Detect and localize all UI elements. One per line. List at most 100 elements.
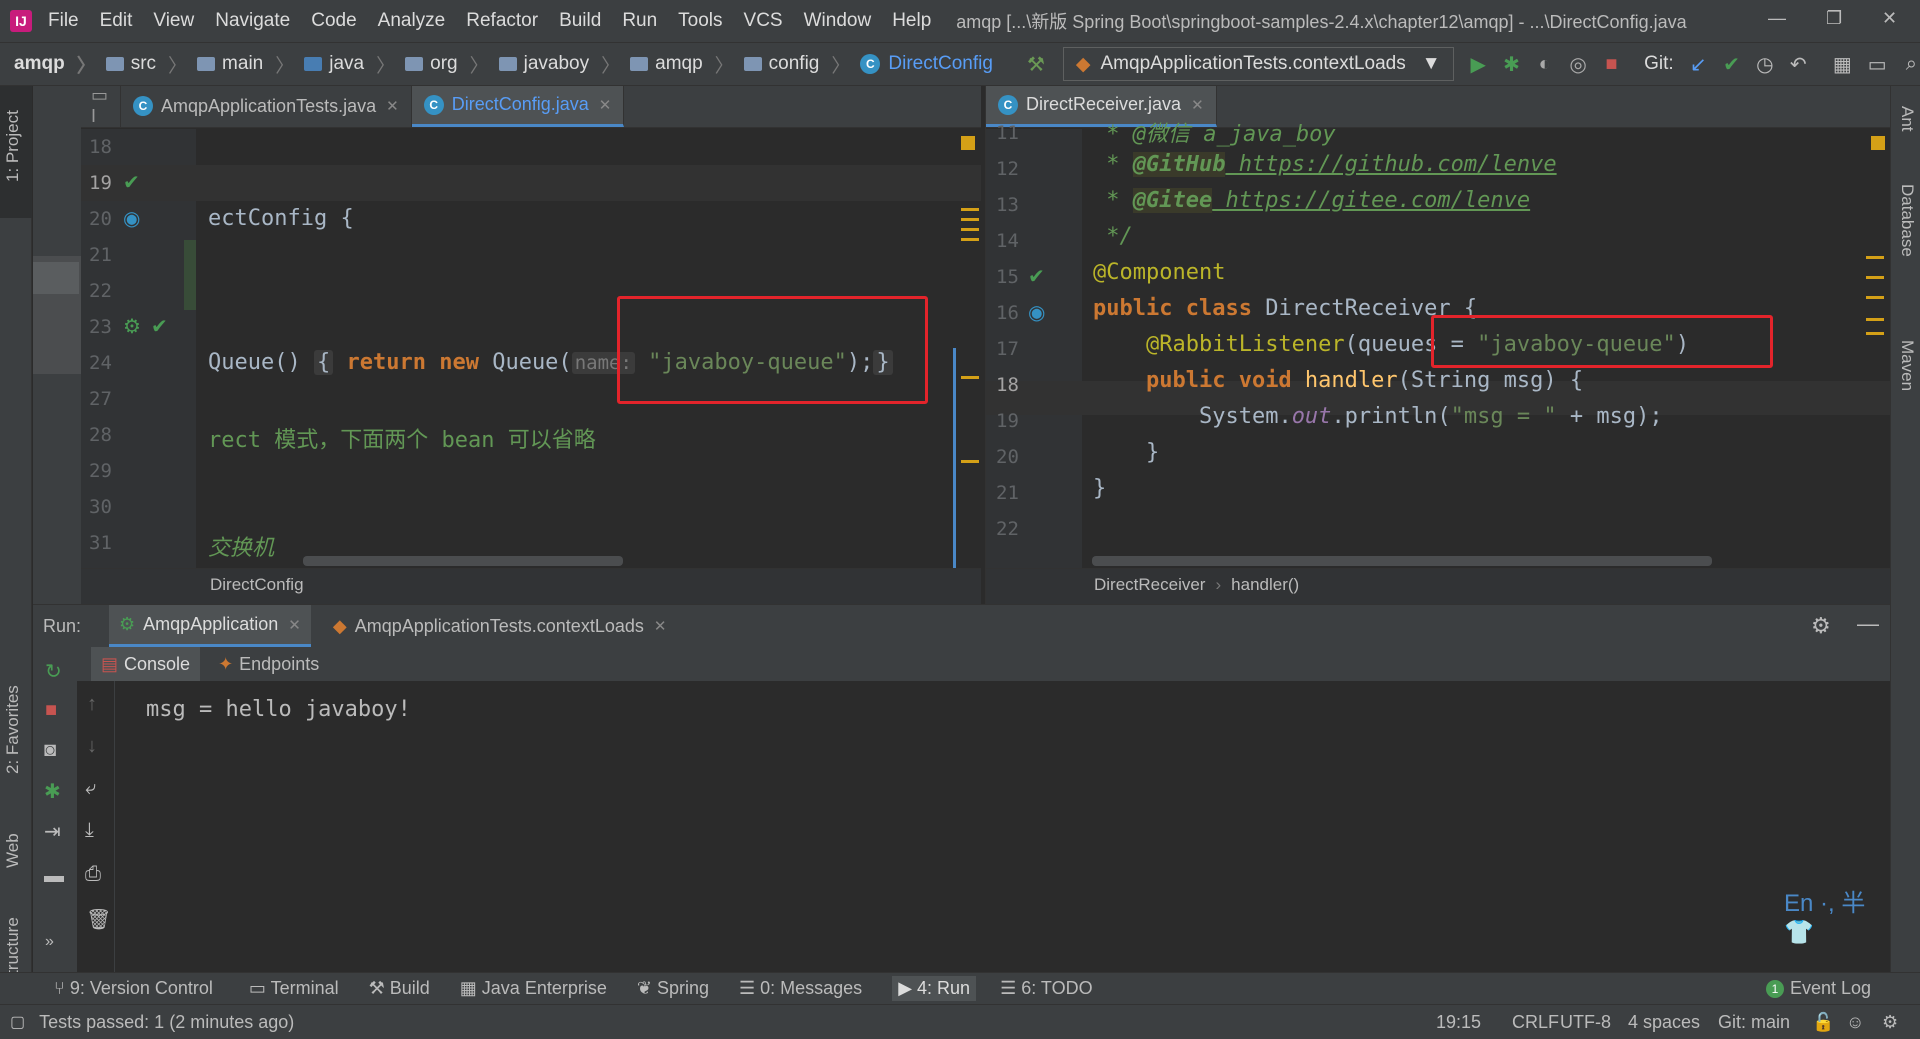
inspector-icon[interactable]: ☺ bbox=[1846, 1012, 1864, 1033]
indent-setting[interactable]: 4 spaces bbox=[1628, 1012, 1700, 1033]
close-tab-icon[interactable]: ✕ bbox=[654, 617, 667, 635]
breadcrumb-java[interactable]: java 〉 bbox=[304, 51, 395, 78]
close-tab-icon[interactable]: ✕ bbox=[1191, 96, 1204, 114]
rollback-icon[interactable]: ↶ bbox=[1790, 51, 1807, 77]
breadcrumb-src[interactable]: src 〉 bbox=[105, 51, 187, 78]
status-toggle-icon[interactable]: ▢ bbox=[10, 1012, 25, 1032]
terminal-tab[interactable]: ▭ Terminal bbox=[249, 978, 339, 999]
minimize-icon[interactable]: — bbox=[1768, 8, 1786, 29]
breadcrumb-config[interactable]: config 〉 bbox=[743, 51, 850, 78]
close-window-icon[interactable]: ✕ bbox=[1882, 8, 1897, 29]
spring-bean-gutter-icon[interactable]: ✔ bbox=[123, 170, 140, 195]
breadcrumb-directconfig[interactable]: C DirectConfig bbox=[860, 53, 993, 75]
print-icon[interactable]: ⎙ bbox=[85, 863, 101, 886]
web-tool-button[interactable]: Web bbox=[3, 833, 23, 868]
menu-window[interactable]: Window bbox=[804, 10, 872, 32]
console-tab[interactable]: ▤ Console bbox=[91, 647, 201, 681]
exit-icon[interactable]: ⇥ bbox=[44, 819, 61, 844]
build-hammer-icon[interactable]: ⚒ bbox=[1027, 51, 1045, 77]
rerun-icon[interactable]: ↻ bbox=[45, 659, 62, 684]
database-tool-button[interactable]: Database bbox=[1897, 184, 1917, 257]
ime-indicator[interactable]: En ·, 半 👕 bbox=[1784, 883, 1890, 947]
close-tab-icon[interactable]: ✕ bbox=[386, 97, 399, 115]
menu-file[interactable]: File bbox=[48, 10, 79, 32]
stop-icon[interactable]: ■ bbox=[45, 699, 57, 722]
breadcrumb-main[interactable]: main 〉 bbox=[197, 51, 294, 78]
build-tab[interactable]: ⚒ Build bbox=[369, 978, 430, 999]
layout-icon[interactable]: ▬ bbox=[44, 865, 64, 888]
scroll-up-icon[interactable]: ↑ bbox=[87, 693, 97, 716]
git-branch[interactable]: Git: main bbox=[1718, 1012, 1790, 1033]
project-structure-icon[interactable]: ▦ bbox=[1833, 51, 1852, 77]
tab-overflow[interactable]: ▭ I bbox=[81, 86, 121, 127]
hide-panel-icon[interactable]: — bbox=[1857, 611, 1879, 637]
favorites-tool-button[interactable]: 2: Favorites bbox=[3, 685, 23, 774]
java-enterprise-tab[interactable]: ▦ Java Enterprise bbox=[460, 978, 607, 999]
tab-directconfig[interactable]: C DirectConfig.java ✕ bbox=[411, 86, 625, 127]
menu-help[interactable]: Help bbox=[892, 10, 931, 32]
restore-icon[interactable]: ❐ bbox=[1826, 8, 1842, 29]
project-tool-button[interactable]: 1: Project bbox=[3, 110, 23, 182]
search-everywhere-icon[interactable]: ⌕ bbox=[1903, 51, 1920, 77]
breadcrumb-project[interactable]: amqp 〉 bbox=[14, 51, 96, 78]
caret-position[interactable]: 19:15 bbox=[1436, 1012, 1481, 1033]
menu-run[interactable]: Run bbox=[622, 10, 657, 32]
menu-edit[interactable]: Edit bbox=[100, 10, 133, 32]
menu-vcs[interactable]: VCS bbox=[744, 10, 783, 32]
git-history-icon[interactable]: ◷ bbox=[1756, 51, 1773, 77]
menu-navigate[interactable]: Navigate bbox=[215, 10, 290, 32]
menu-build[interactable]: Build bbox=[559, 10, 601, 32]
scroll-down-icon[interactable]: ↓ bbox=[87, 735, 97, 758]
inspection-warning-icon[interactable] bbox=[961, 136, 975, 150]
soft-wrap-icon[interactable]: ⤶ bbox=[85, 777, 96, 800]
camera-icon[interactable]: ◙ bbox=[44, 739, 56, 762]
line-separator[interactable]: CRLF bbox=[1512, 1012, 1559, 1033]
spring-bean-gutter-icon[interactable]: ✔ bbox=[151, 314, 168, 339]
coverage-icon[interactable]: ◐ bbox=[1536, 51, 1553, 77]
breadcrumb-org[interactable]: org 〉 bbox=[405, 51, 489, 78]
menu-view[interactable]: View bbox=[153, 10, 194, 32]
debug-icon[interactable]: ✱ bbox=[44, 779, 61, 804]
run-tab[interactable]: ▶ 4: Run bbox=[892, 976, 977, 1001]
status-message[interactable]: Tests passed: 1 (2 minutes ago) bbox=[39, 1012, 294, 1033]
git-commit-icon[interactable]: ✔ bbox=[1723, 51, 1740, 77]
menu-analyze[interactable]: Analyze bbox=[378, 10, 446, 32]
breadcrumb-class[interactable]: DirectReceiver bbox=[1094, 575, 1205, 594]
event-log-tab[interactable]: 1 Event Log bbox=[1766, 978, 1871, 999]
more-icon[interactable]: » bbox=[45, 933, 54, 951]
horizontal-scrollbar[interactable] bbox=[1092, 556, 1712, 566]
endpoints-tab[interactable]: ✦ Endpoints bbox=[208, 654, 329, 675]
clear-all-icon[interactable]: 🗑 bbox=[86, 907, 111, 932]
inspection-warning-icon[interactable] bbox=[1871, 136, 1885, 150]
ant-tool-button[interactable]: Ant bbox=[1897, 106, 1917, 132]
git-update-icon[interactable]: ↙ bbox=[1690, 51, 1707, 77]
scroll-to-end-icon[interactable]: ⤓ bbox=[85, 819, 94, 842]
spring-tab[interactable]: ❦ Spring bbox=[637, 978, 709, 999]
spring-bean-gutter-icon[interactable]: ✔ bbox=[1028, 264, 1045, 289]
breadcrumb-method[interactable]: handler() bbox=[1231, 575, 1299, 594]
todo-tab[interactable]: ☰ 6: TODO bbox=[1000, 978, 1093, 999]
settings-gear-icon[interactable]: ⚙ bbox=[1811, 613, 1831, 639]
editor-breadcrumb[interactable]: DirectConfig bbox=[81, 568, 981, 604]
tab-amqpapplicationtests[interactable]: C AmqpApplicationTests.java ✕ bbox=[121, 86, 412, 127]
breadcrumb-amqp[interactable]: amqp 〉 bbox=[630, 51, 734, 78]
horizontal-scrollbar[interactable] bbox=[303, 556, 623, 566]
vertical-scrollbar[interactable] bbox=[953, 348, 956, 572]
menu-code[interactable]: Code bbox=[311, 10, 356, 32]
breadcrumb-javaboy[interactable]: javaboy 〉 bbox=[498, 51, 620, 78]
messages-tab[interactable]: ☰ 0: Messages bbox=[739, 978, 862, 999]
version-control-tab[interactable]: ⑂ 9: Version Control bbox=[54, 978, 213, 999]
run-configuration-select[interactable]: ◆ AmqpApplicationTests.contextLoads ▼ bbox=[1062, 47, 1454, 81]
spring-config-gutter-icon[interactable]: ◉ bbox=[123, 206, 140, 231]
run-tab-contextloads[interactable]: ◆ AmqpApplicationTests.contextLoads ✕ bbox=[323, 616, 677, 637]
notifications-icon[interactable]: ⚙ bbox=[1882, 1012, 1898, 1033]
debug-icon[interactable]: ✱ bbox=[1503, 51, 1520, 77]
stop-icon[interactable]: ■ bbox=[1603, 51, 1620, 77]
file-encoding[interactable]: UTF-8 bbox=[1560, 1012, 1611, 1033]
close-tab-icon[interactable]: ✕ bbox=[599, 96, 612, 114]
maven-tool-button[interactable]: Maven bbox=[1897, 340, 1917, 391]
spring-bean-gutter-icon[interactable]: ◉ bbox=[1028, 300, 1045, 325]
profile-icon[interactable]: ◎ bbox=[1569, 51, 1586, 77]
presentation-icon[interactable]: ▭ bbox=[1868, 51, 1887, 77]
lock-icon[interactable]: 🔓 bbox=[1812, 1012, 1834, 1033]
